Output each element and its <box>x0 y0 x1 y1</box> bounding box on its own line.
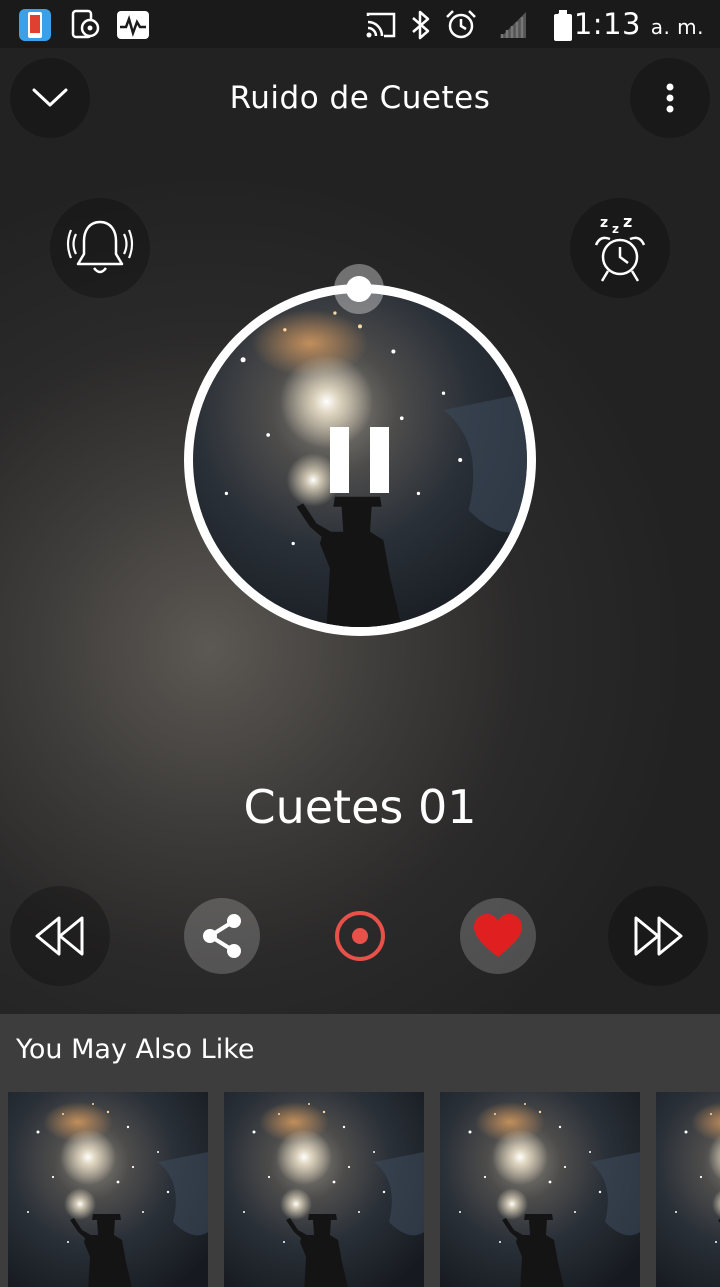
more-vertical-icon <box>666 83 674 113</box>
progress-knob-center <box>346 276 372 302</box>
bell-ringing-icon <box>66 220 134 274</box>
svg-text:z: z <box>600 215 608 231</box>
rewind-icon <box>35 916 84 956</box>
recommendation-item[interactable] <box>440 1092 640 1287</box>
fast-forward-button[interactable] <box>608 886 708 986</box>
device-manager-icon <box>68 8 102 40</box>
record-button[interactable] <box>330 906 390 966</box>
alarm-clock-zzz-icon: z z z <box>594 212 646 282</box>
page-title: Ruido de Cuetes <box>229 80 491 116</box>
favorite-button[interactable] <box>460 898 536 974</box>
recommendation-item[interactable] <box>656 1092 720 1287</box>
signal-icon <box>496 8 530 40</box>
status-time: 11:13 a. m. <box>554 7 704 41</box>
svg-text:z: z <box>623 212 632 231</box>
activity-icon <box>116 8 150 40</box>
heart-icon <box>474 914 522 957</box>
status-bar: 11:13 a. m. <box>0 0 720 48</box>
set-ringtone-button[interactable] <box>50 198 150 298</box>
recommendations-title: You May Also Like <box>16 1034 255 1065</box>
app-icon <box>18 8 52 41</box>
recommendation-item[interactable] <box>8 1092 208 1287</box>
pause-icon <box>330 427 389 493</box>
bluetooth-icon <box>404 8 438 40</box>
cast-icon <box>364 8 398 40</box>
alarm-icon <box>444 8 478 40</box>
pause-button[interactable] <box>330 425 390 495</box>
share-button[interactable] <box>184 898 260 974</box>
fast-forward-icon <box>634 916 683 956</box>
recommendation-item[interactable] <box>224 1092 424 1287</box>
record-icon <box>335 911 385 961</box>
svg-text:z: z <box>612 222 619 236</box>
more-options-button[interactable] <box>630 58 710 138</box>
share-icon <box>203 914 241 958</box>
rewind-button[interactable] <box>10 886 110 986</box>
sleep-timer-button[interactable]: z z z <box>570 198 670 298</box>
track-name: Cuetes 01 <box>243 780 477 834</box>
